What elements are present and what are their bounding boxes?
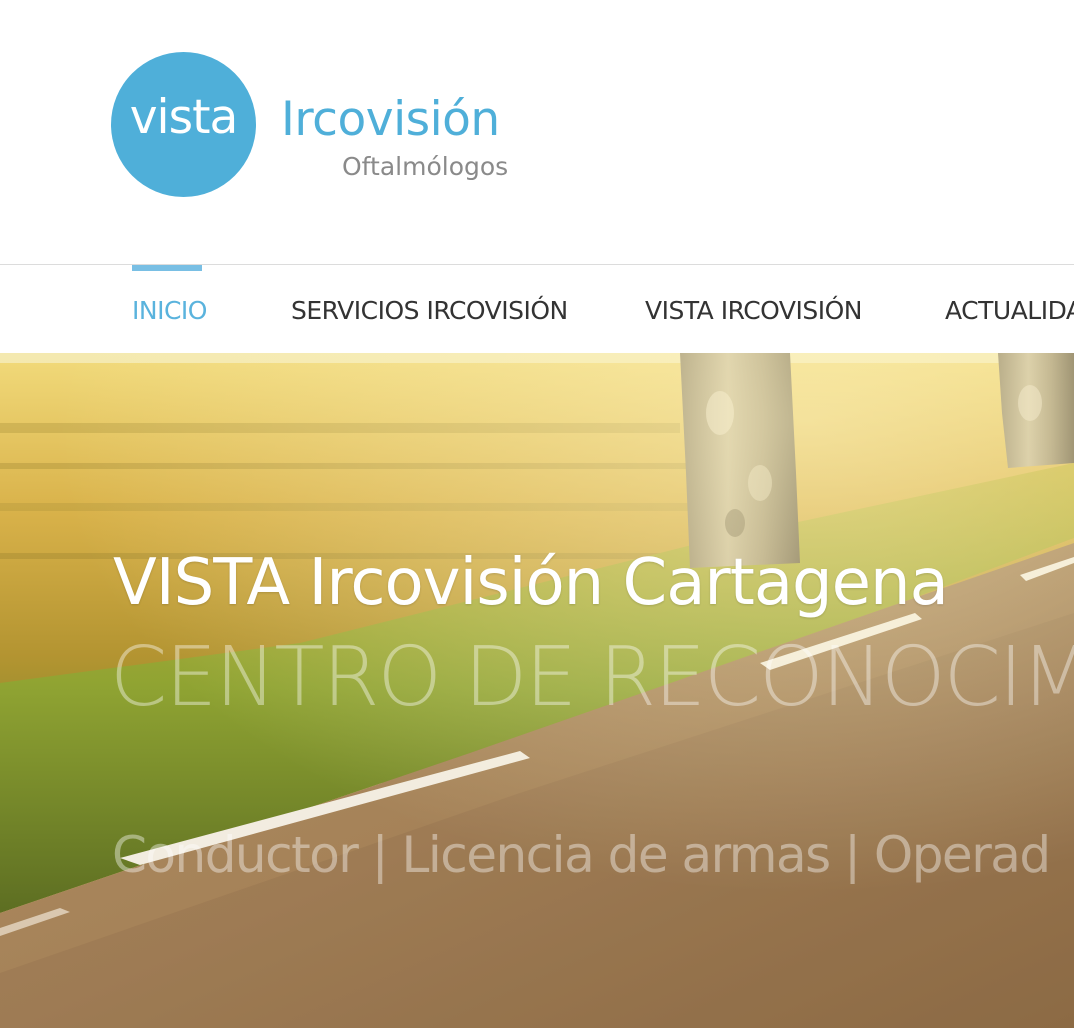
hero-tagline: Conductor | Licencia de armas | Operad (112, 826, 1051, 884)
logo-brand-name: Ircovisión (281, 92, 500, 147)
nav-item-servicios[interactable]: SERVICIOS IRCOVISIÓN (291, 265, 568, 353)
nav-item-label: SERVICIOS IRCOVISIÓN (291, 296, 568, 325)
nav-item-actualidad[interactable]: ACTUALIDA (945, 265, 1074, 353)
active-indicator (132, 265, 202, 271)
nav-item-label: ACTUALIDA (945, 296, 1074, 325)
site-header: vista Ircovisión Oftalmólogos (0, 0, 1074, 265)
hero-subtitle: CENTRO DE RECONOCIMI (110, 630, 1074, 725)
nav-item-vista[interactable]: VISTA IRCOVISIÓN (645, 265, 863, 353)
hero-banner: VISTA Ircovisión Cartagena CENTRO DE REC… (0, 353, 1074, 1028)
nav-item-inicio[interactable]: INICIO (132, 265, 207, 353)
nav-item-label: VISTA IRCOVISIÓN (645, 296, 863, 325)
logo-circle-icon: vista (111, 52, 256, 197)
hero-title: VISTA Ircovisión Cartagena (113, 546, 949, 620)
site-logo[interactable]: vista Ircovisión Oftalmólogos (111, 52, 511, 198)
logo-circle-text: vista (129, 90, 239, 145)
main-navigation: INICIO SERVICIOS IRCOVISIÓN VISTA IRCOVI… (0, 264, 1074, 353)
logo-subtitle: Oftalmólogos (342, 152, 509, 181)
nav-item-label: INICIO (132, 296, 207, 325)
